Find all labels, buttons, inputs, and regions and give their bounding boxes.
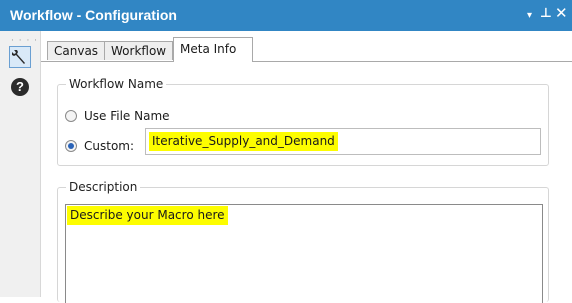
workflow-name-legend: Workflow Name xyxy=(66,77,167,91)
tab-workflow[interactable]: Workflow xyxy=(104,41,173,60)
custom-radio[interactable] xyxy=(65,140,77,152)
description-group: Description Describe your Macro here xyxy=(57,180,549,303)
dropdown-icon[interactable]: ▾ xyxy=(527,8,532,24)
configuration-button[interactable] xyxy=(9,46,31,68)
grip-handle[interactable]: · · · · xyxy=(11,36,38,46)
description-value: Describe your Macro here xyxy=(67,206,228,225)
use-file-name-radio[interactable] xyxy=(65,110,77,122)
tab-meta-info[interactable]: Meta Info xyxy=(173,37,253,62)
pin-icon[interactable]: ⊥ xyxy=(540,6,552,22)
close-icon[interactable]: ✕ xyxy=(555,5,568,21)
help-icon[interactable]: ? xyxy=(11,78,29,96)
custom-name-value: Iterative_Supply_and_Demand xyxy=(149,132,338,151)
window-title: Workflow - Configuration xyxy=(10,7,177,23)
tab-canvas[interactable]: Canvas xyxy=(47,41,105,60)
custom-label: Custom: xyxy=(84,139,135,153)
use-file-name-label: Use File Name xyxy=(84,109,170,123)
description-textarea[interactable]: Describe your Macro here xyxy=(65,204,543,303)
wrench-icon xyxy=(12,50,25,64)
custom-name-input[interactable]: Iterative_Supply_and_Demand xyxy=(145,128,541,155)
configuration-panel: Canvas Workflow Meta Info Workflow Name … xyxy=(41,31,572,303)
workflow-name-group: Workflow Name Use File Name Custom: Iter… xyxy=(57,77,549,166)
title-bar: Workflow - Configuration ▾ ⊥ ✕ xyxy=(0,0,572,31)
side-toolbar: · · · · ? xyxy=(0,31,41,297)
description-legend: Description xyxy=(66,180,141,194)
tab-strip: Canvas Workflow Meta Info xyxy=(41,31,572,62)
